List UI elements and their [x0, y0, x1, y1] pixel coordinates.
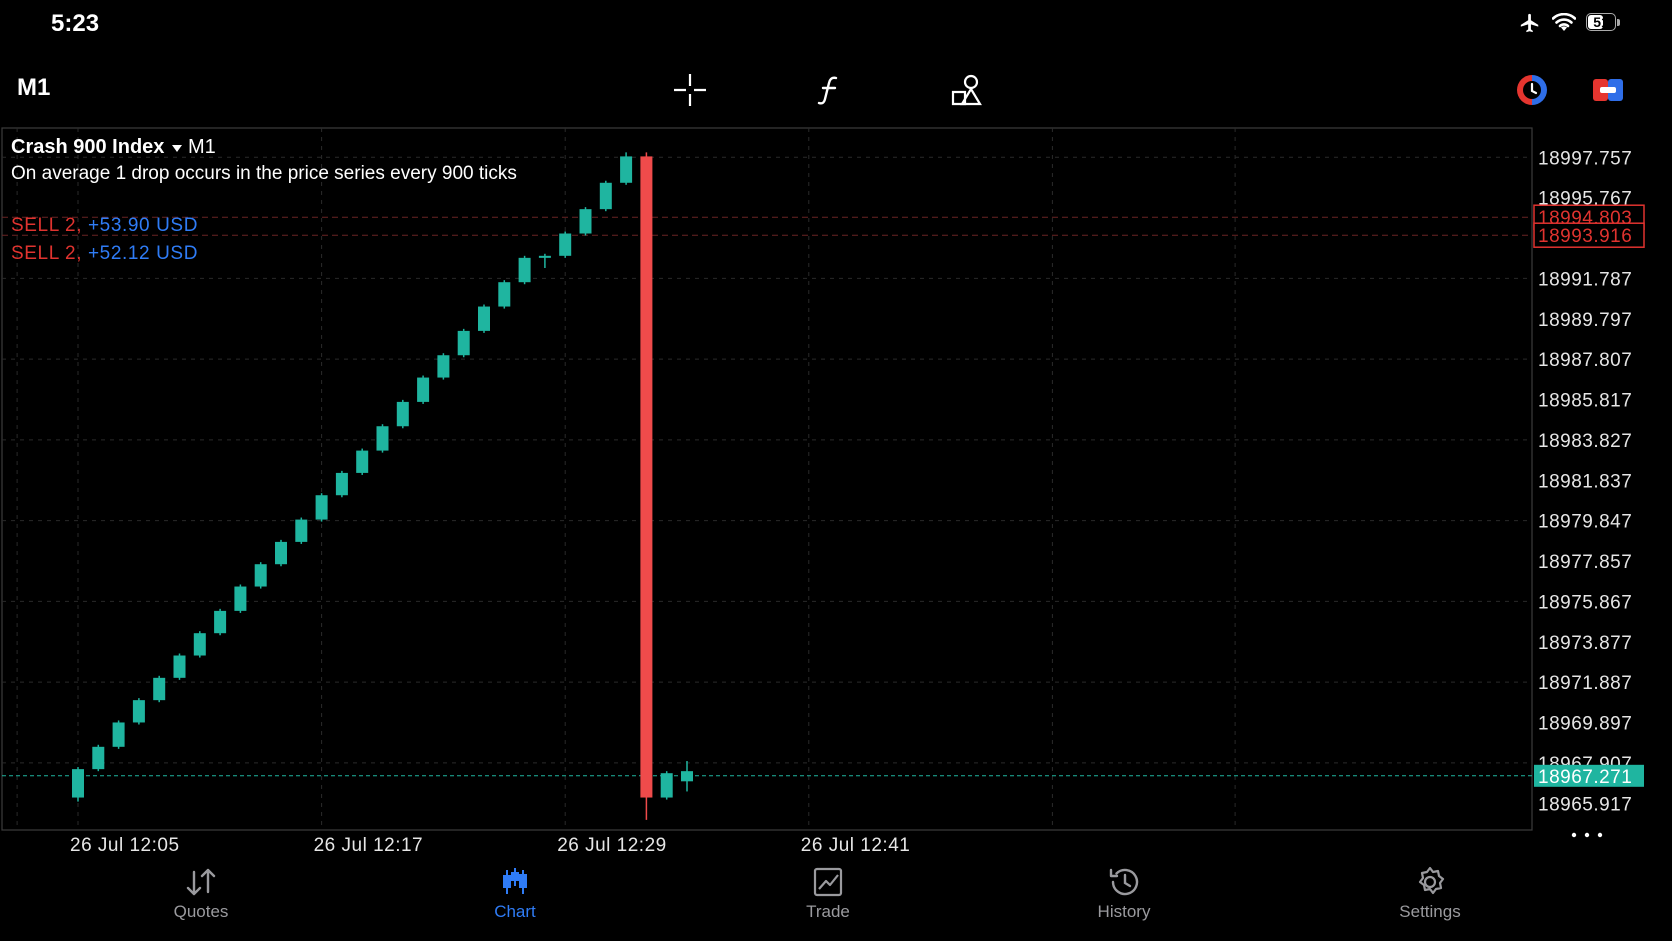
bullish-candle[interactable] [579, 209, 592, 234]
bullish-candle[interactable] [681, 771, 693, 782]
y-axis-tick-label: 18997.757 [1538, 148, 1632, 169]
bullish-candle[interactable] [660, 773, 673, 798]
airplane-icon [1520, 13, 1539, 33]
bullish-candle[interactable] [457, 330, 470, 356]
nav-settings-label: Settings [1399, 902, 1461, 921]
chart-timeframe-label: M1 [188, 136, 216, 158]
bullish-candle[interactable] [72, 769, 84, 798]
bullish-candle[interactable] [112, 722, 125, 747]
nav-history-label: History [1097, 902, 1151, 921]
nav-trade[interactable]: Trade [758, 866, 898, 922]
bullish-candle[interactable] [295, 519, 308, 542]
chart-candles-icon [503, 868, 527, 894]
bullish-candle[interactable] [92, 746, 105, 770]
bullish-candle[interactable] [173, 655, 186, 678]
crosshair-icon[interactable] [672, 72, 708, 108]
nav-trade-label: Trade [806, 902, 850, 921]
y-axis-tick-label: 18983.827 [1538, 431, 1632, 452]
wifi-icon [1552, 13, 1576, 31]
status-bar: 5:23 51 [0, 0, 1672, 52]
x-axis-tick-label: 26 Jul 12:41 [801, 835, 911, 856]
status-icons: 51 [1518, 12, 1620, 34]
trade-icon [813, 867, 843, 897]
nav-quotes[interactable]: Quotes [131, 866, 271, 922]
nav-history[interactable]: History [1054, 866, 1194, 922]
bullish-candle[interactable] [275, 541, 287, 565]
bullish-candle[interactable] [599, 182, 612, 210]
bullish-candle[interactable] [620, 156, 633, 183]
y-axis-tick-label: 18991.787 [1538, 269, 1632, 290]
more-options-icon[interactable] [1584, 832, 1590, 838]
symbol-description: On average 1 drop occurs in the price se… [11, 163, 517, 184]
position-price-label: 18993.916 [1538, 226, 1632, 247]
y-axis-tick-label: 18969.897 [1538, 714, 1632, 735]
y-axis-tick-label: 18965.917 [1538, 794, 1632, 815]
bullish-candle[interactable] [153, 677, 166, 701]
y-axis-tick-label: 18975.867 [1538, 592, 1632, 613]
symbol-dropdown-icon[interactable] [172, 145, 182, 152]
x-axis-tick-label: 26 Jul 12:05 [70, 835, 180, 856]
bullish-candle[interactable] [498, 282, 511, 307]
bullish-candle[interactable] [538, 255, 551, 258]
history-icon [1109, 868, 1139, 896]
price-chart[interactable]: 18997.75718995.76718991.78718989.7971898… [0, 126, 1672, 866]
bullish-candle[interactable] [518, 257, 531, 283]
y-axis-tick-label: 18979.847 [1538, 512, 1632, 533]
chart-toolbar: M1 [0, 62, 1672, 118]
bullish-candle[interactable] [234, 586, 247, 611]
trade-panel-icon[interactable] [1590, 72, 1626, 108]
y-axis-tick-label: 18981.837 [1538, 471, 1632, 492]
bullish-candle[interactable] [214, 610, 227, 634]
nav-chart[interactable]: Chart [445, 866, 585, 922]
plot-frame [1, 127, 1533, 831]
bullish-candle[interactable] [335, 472, 348, 496]
more-options-icon[interactable] [1571, 832, 1577, 838]
open-position-label: SELL 2, +52.12 USD [11, 243, 198, 264]
bullish-candle[interactable] [376, 426, 389, 451]
y-axis-tick-label: 18985.817 [1538, 391, 1632, 412]
status-time: 5:23 [51, 10, 100, 37]
indicators-icon[interactable] [811, 72, 847, 108]
x-axis-tick-label: 26 Jul 12:29 [557, 835, 667, 856]
y-axis-tick-label: 18973.877 [1538, 633, 1632, 654]
battery-level: 51 [1593, 14, 1609, 30]
bullish-candle[interactable] [315, 495, 328, 520]
bearish-candle[interactable] [640, 156, 653, 798]
more-options-icon[interactable] [1597, 832, 1603, 838]
y-axis-tick-label: 18989.797 [1538, 310, 1632, 331]
battery-icon: 51 [1586, 13, 1620, 33]
objects-icon[interactable] [949, 72, 985, 108]
y-axis-tick-label: 18987.807 [1538, 350, 1632, 371]
bullish-candle[interactable] [437, 355, 450, 378]
y-axis-tick-label: 18971.887 [1538, 673, 1632, 694]
nav-chart-label: Chart [494, 902, 536, 921]
bullish-candle[interactable] [478, 306, 490, 331]
bullish-candle[interactable] [132, 700, 145, 723]
timeframe-button[interactable]: M1 [17, 74, 50, 102]
one-click-trading-icon[interactable] [1514, 72, 1550, 108]
nav-quotes-label: Quotes [173, 902, 229, 921]
bullish-candle[interactable] [417, 377, 430, 402]
nav-settings[interactable]: Settings [1360, 866, 1500, 922]
x-axis-tick-label: 26 Jul 12:17 [314, 835, 424, 856]
settings-gear-icon [1418, 866, 1445, 895]
bullish-candle[interactable] [254, 564, 267, 587]
open-position-label: SELL 2, +53.90 USD [11, 215, 198, 236]
bullish-candle[interactable] [356, 450, 369, 473]
bottom-navigation: Quotes Chart Trade History Settings [0, 862, 1672, 941]
bullish-candle[interactable] [559, 233, 572, 256]
quotes-icon [186, 868, 216, 896]
y-axis-tick-label: 18977.857 [1538, 552, 1632, 573]
bullish-candle[interactable] [193, 633, 206, 656]
bullish-candle[interactable] [396, 401, 409, 427]
current-price-label: 18967.271 [1538, 767, 1632, 788]
symbol-name[interactable]: Crash 900 Index [11, 136, 164, 158]
